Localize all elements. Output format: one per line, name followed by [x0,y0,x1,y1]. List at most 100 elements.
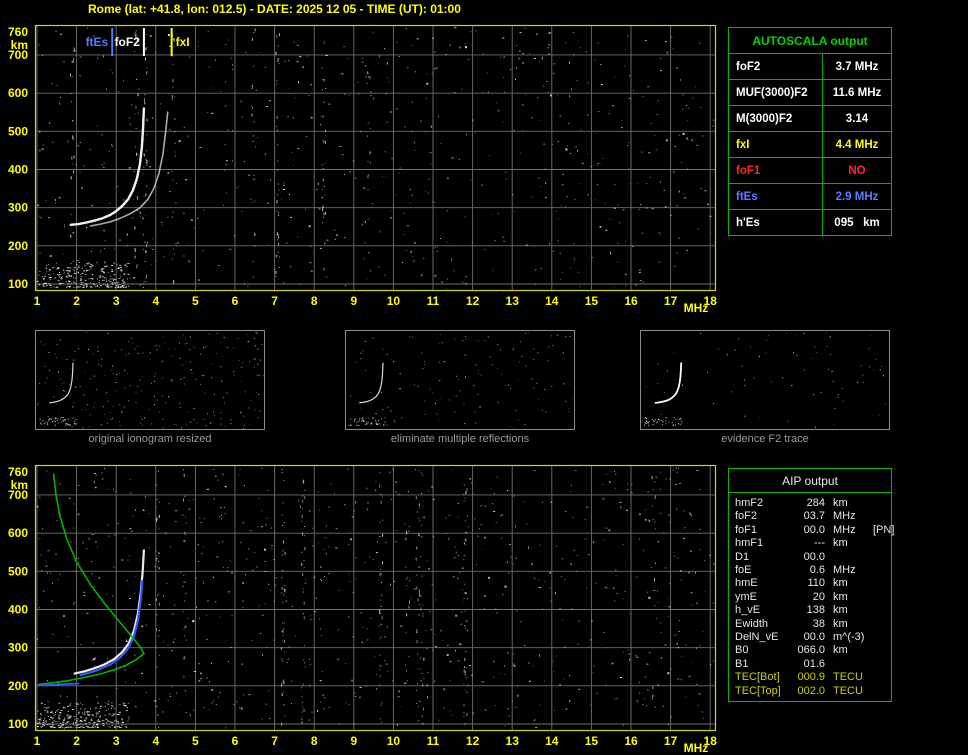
aip-row-value: 38 [812,617,825,630]
grid-layer [35,25,716,291]
x-tick-label-16: 16 [624,294,638,308]
aip-row-TEC[Bot]: TEC[Bot] 000.9 TECU [735,671,887,684]
aip-row-unit: km [833,644,848,657]
aip-row-hmF2: hmF2 284 km [735,497,887,510]
x-tick-label-13: 13 [506,294,520,308]
autoscala-row-MUF(3000)F2: MUF(3000)F2 11.6 MHz [729,80,891,106]
aip-row-unit: km [833,537,848,550]
x-tick-label-9: 9 [350,734,357,748]
aip-row-TEC[Top]: TEC[Top] 002.0 TECU [735,685,887,698]
aip-row-extra [871,577,887,590]
aip-row-unit: km [833,617,848,630]
autoscala-row-fxI: fxI 4.4 MHz [729,132,891,158]
autoscala-row-label: ftEs [729,184,823,209]
autoscala-panel-title: AUTOSCALA output [729,28,891,54]
page-title: Rome (lat: +41.8, lon: 012.5) - DATE: 20… [88,2,461,16]
autoscala-row-label: h'Es [729,210,823,235]
x-tick-label-11: 11 [427,294,440,308]
aip-row-value: 0.6 [809,564,825,577]
aip-row-extra [871,537,887,550]
thumb-f2-trace [359,362,384,404]
aip-row-extra [871,591,887,604]
aip-row-value: 110 [807,577,825,590]
y-tick-label-100: 100 [8,717,28,731]
aip-row-label: TEC[Top] [735,684,781,697]
plot-border [34,464,717,732]
thumbnail-caption-2: eliminate multiple reflections [390,433,530,445]
x-tick-label-4: 4 [152,294,159,308]
aip-row-label: hmF1 [735,537,764,550]
x-tick-label-6: 6 [232,294,239,308]
aip-row-foE: foE 0.6 MHz [735,564,887,577]
aip-row-extra [871,671,887,684]
aip-row-value: 284 [806,497,825,509]
y-tick-label-500: 500 [8,564,28,578]
y-tick-label-600: 600 [8,86,28,100]
y-tick-label-500: 500 [8,124,28,138]
aip-row-unit: m^(-3) [833,631,865,644]
autoscala-row-value: 095 km [834,216,880,229]
aip-row-label: D1 [735,550,750,563]
x-tick-label-5: 5 [192,294,199,308]
aip-row-value: 03.7 [803,510,825,523]
thumbnail-original-ionogram [35,330,265,430]
aip-row-value: --- [814,537,825,550]
x-tick-label-8: 8 [311,734,318,748]
trace-electron-density-profile-topside [52,473,145,655]
aip-row-label: B0 [735,644,749,657]
x-tick-label-16: 16 [624,734,638,748]
x-tick-label-17: 17 [664,294,678,308]
autoscala-rows: foF2 3.7 MHz MUF(3000)F2 11.6 MHz M(3000)F2 3… [729,54,891,235]
autoscala-row-value: 2.9 MHz [835,190,879,203]
aip-row-extra [871,497,887,510]
marker-label-fxI: fxI [176,35,190,49]
axis-labels: 760700600500400300200100km1 2 3 4 5 6 7 8 9 10 11 1… [8,25,717,315]
top-ionogram-plot: ftEs foF2 fxI760700600500400300200100km1 2 3… [8,24,717,315]
x-tick-label-9: 9 [350,294,357,308]
y-tick-label-300: 300 [8,201,28,215]
aip-row-extra [871,618,887,631]
autoscala-row-value: 4.4 MHz [835,138,879,151]
thumb-f2-trace [654,362,683,404]
y-axis-unit-label: km [11,478,28,492]
aip-row-Ewidth: Ewidth 38 km [735,618,887,631]
x-tick-label-8: 8 [311,294,318,308]
x-tick-label-10: 10 [387,734,401,748]
x-tick-label-4: 4 [152,734,159,748]
thumbnail-caption-1: original ionogram resized [88,433,212,445]
aip-row-extra [871,604,887,617]
aip-row-value: 066.0 [797,644,825,657]
autoscala-row-value: NO [848,164,866,177]
x-tick-label-3: 3 [113,734,120,748]
aip-row-unit: MHz [833,523,856,536]
aip-row-unit: km [833,604,848,617]
bottom-ionogram-plot: 760700600500400300200100km1 2 3 4 5 6 7 8 9 10 11 1… [8,464,717,755]
aip-row-label: B1 [735,657,749,670]
aip-row-unit: TECU [833,684,863,697]
autoscala-row-foF2: foF2 3.7 MHz [729,54,891,80]
axis-labels: 760700600500400300200100km1 2 3 4 5 6 7 8 9 10 11 1… [8,465,717,755]
aip-row-unit: km [833,590,848,603]
aip-row-extra: [PN] [873,523,895,536]
trace-restored-F2-trace [73,549,145,675]
aip-row-unit [831,658,871,671]
aip-row-ymE: ymE 20 km [735,591,887,604]
noise-layer [36,27,715,289]
autoscala-output-panel: AUTOSCALA output foF2 3.7 MHz MUF(3000)F2 1… [728,27,892,236]
autoscala-row-M(3000)F2: M(3000)F2 3.14 [729,106,891,132]
aip-row-value: 20 [812,590,825,603]
x-axis-unit-label: MHz [684,301,709,315]
x-tick-label-1: 1 [34,734,41,748]
aip-row-unit: TECU [833,671,863,684]
aip-row-unit [831,551,871,564]
y-tick-label-760: 760 [8,465,28,479]
x-tick-label-1: 1 [34,294,41,308]
aip-rows: hmF2 284 km foF2 03.7 MHz foF1 00.0 MHz [PN] hmF1 -… [729,493,895,698]
x-tick-label-7: 7 [271,734,278,748]
autoscala-row-label: foF2 [729,54,823,79]
aip-row-value: 00.0 [803,550,825,563]
aip-row-label: DelN_vE [735,631,779,644]
noise-layer [36,467,715,730]
aip-row-unit: MHz [833,510,856,523]
aip-row-label: foE [735,564,752,577]
